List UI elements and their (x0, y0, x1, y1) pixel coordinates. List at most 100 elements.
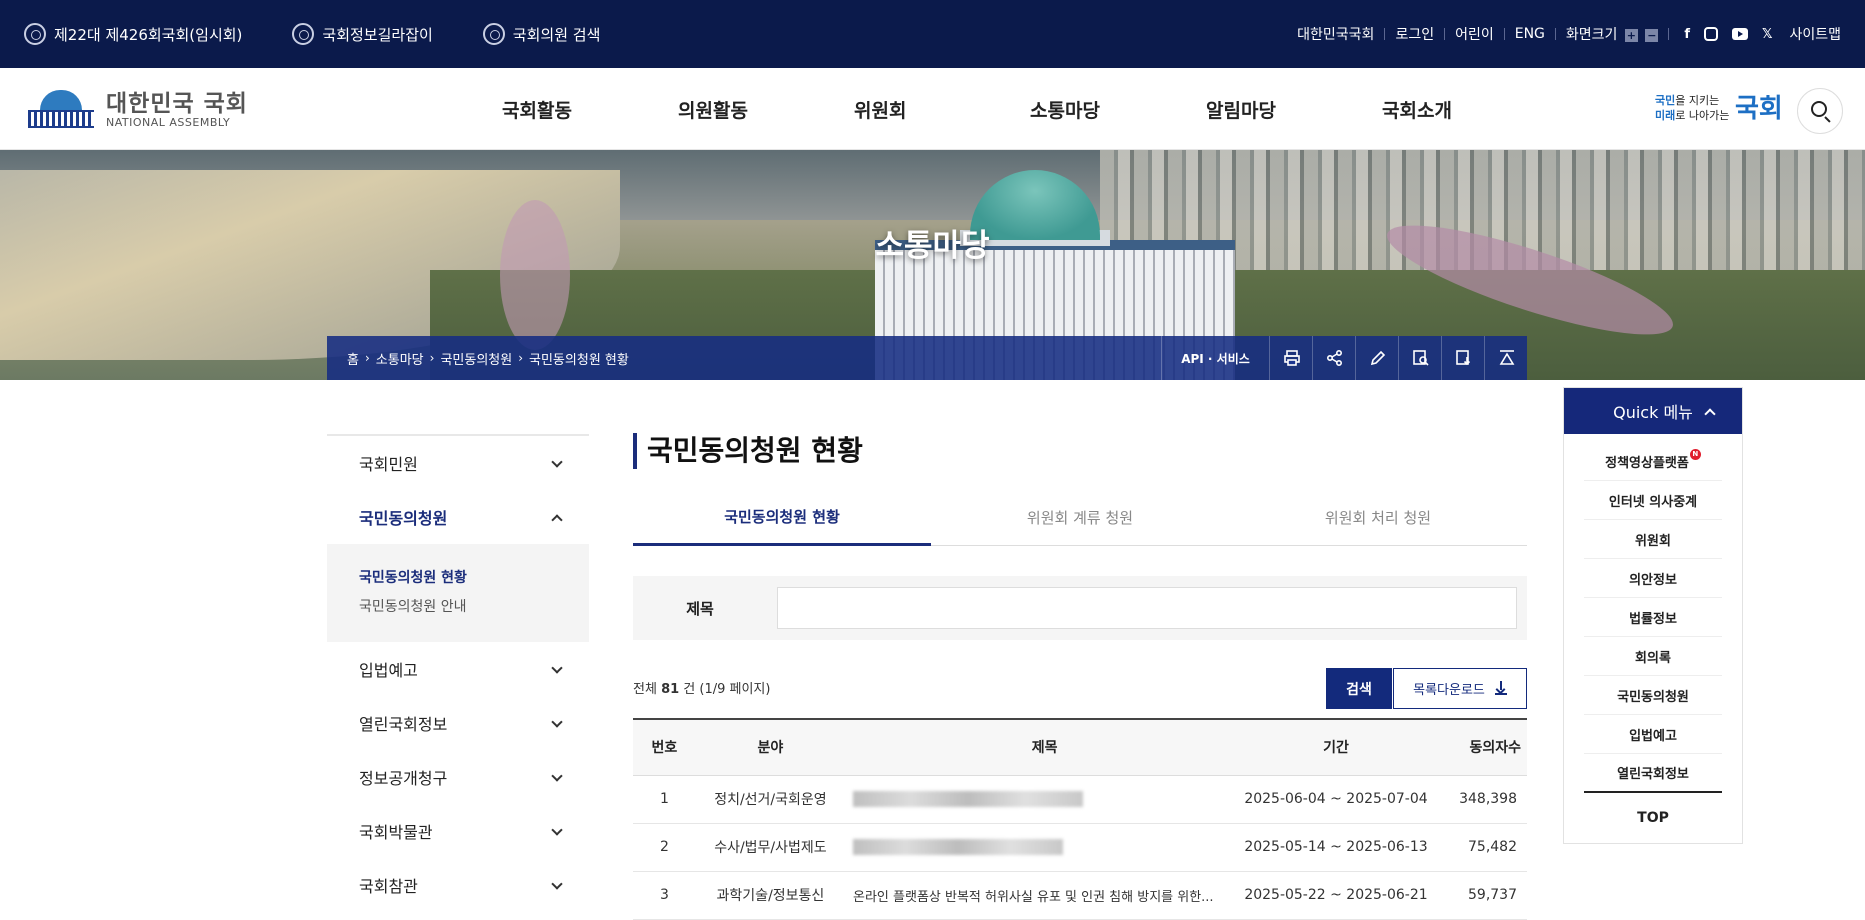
sidebar-subitem-petition-status[interactable]: 국민동의청원 현황 (359, 564, 589, 593)
search-submit-button[interactable]: 검색 (1326, 668, 1392, 709)
chevron-down-icon (551, 716, 563, 728)
quick-item-committees[interactable]: 위원회 (1584, 520, 1722, 559)
session-link[interactable]: 제22대 제426회국회(임시회) (24, 23, 242, 45)
download-icon (1494, 680, 1507, 695)
list-download-button[interactable]: 목록다운로드 (1393, 668, 1527, 709)
gnb-item-committees[interactable]: 위원회 (854, 96, 906, 123)
column-header-agree-count: 동의자수 (1427, 719, 1527, 776)
column-header-title: 제목 (845, 719, 1245, 776)
quick-item-internet-broadcast[interactable]: 인터넷 의사중계 (1584, 481, 1722, 520)
redacted-title (853, 839, 1064, 855)
table-row[interactable]: 3 과학기술/정보통신 온라인 플랫폼상 반복적 허위사실 유포 및 인권 침해… (633, 871, 1527, 920)
sidebar-subitem-petition-guide[interactable]: 국민동의청원 안내 (359, 593, 589, 622)
hero-banner: 소통마당 홈 › 소통마당 › 국민동의청원 › 국민동의청원 현황 API ·… (0, 150, 1865, 380)
sidebar-item-national-petition[interactable]: 국민동의청원 (327, 490, 589, 544)
gnb-item-assembly-activities[interactable]: 국회활동 (502, 96, 572, 123)
sidebar-item-open-assembly-info[interactable]: 열린국회정보 (327, 696, 589, 750)
share-icon (1326, 349, 1343, 367)
page-tools: API · 서비스 (1161, 336, 1527, 380)
sidebar-item-information-disclosure[interactable]: 정보공개청구 (327, 750, 589, 804)
chevron-up-icon (551, 514, 563, 526)
row-title[interactable] (845, 823, 1245, 872)
slogan-rest-1: 을 지키는 (1675, 94, 1720, 107)
quick-top-button[interactable]: TOP (1564, 793, 1742, 843)
info-guide-link[interactable]: 국회정보길라잡이 (292, 23, 433, 45)
gnb-item-notices[interactable]: 알림마당 (1206, 96, 1276, 123)
share-button[interactable] (1312, 336, 1355, 380)
search-icon (1811, 101, 1827, 117)
scroll-top-button[interactable] (1484, 336, 1527, 380)
quick-item-open-assembly-info[interactable]: 열린국회정보 (1584, 754, 1722, 793)
chevron-down-icon (551, 456, 563, 468)
count-prefix: 전체 (633, 682, 657, 697)
api-service-button[interactable]: API · 서비스 (1161, 336, 1269, 380)
download-doc-button[interactable] (1441, 336, 1484, 380)
breadcrumb-item[interactable]: 소통마당 (376, 349, 424, 368)
quick-menu: Quick 메뉴 정책영상플랫폼 N 인터넷 의사중계 위원회 의안정보 법률정보… (1563, 387, 1743, 844)
column-header-period: 기간 (1244, 719, 1428, 776)
title-search-input[interactable] (777, 587, 1517, 629)
kids-link[interactable]: 어린이 (1445, 24, 1504, 44)
instagram-icon[interactable] (1703, 27, 1718, 42)
national-assembly-logo[interactable]: 대한민국 국회 NATIONAL ASSEMBLY (26, 90, 248, 130)
x-icon[interactable]: 𝕏 (1762, 27, 1772, 42)
tab-processed-petitions[interactable]: 위원회 처리 청원 (1229, 490, 1527, 545)
national-assembly-link[interactable]: 대한민국국회 (1287, 24, 1384, 44)
count-number: 81 (661, 682, 680, 697)
youtube-icon[interactable] (1731, 27, 1748, 42)
tab-petition-status[interactable]: 국민동의청원 현황 (633, 490, 931, 546)
search-button[interactable] (1797, 88, 1843, 134)
assembly-building-logo-icon (26, 90, 96, 130)
sidebar-item-tour[interactable]: 국회참관 (327, 858, 589, 912)
gnb-item-communication[interactable]: 소통마당 (1030, 96, 1100, 123)
sidebar-item-label: 국회민원 (359, 455, 418, 474)
tab-pending-petitions[interactable]: 위원회 계류 청원 (931, 490, 1229, 545)
row-title[interactable] (845, 775, 1245, 824)
edit-icon (1370, 350, 1386, 366)
chevron-down-icon (551, 662, 563, 674)
breadcrumb-current[interactable]: 국민동의청원 현황 (529, 349, 629, 368)
edit-button[interactable] (1355, 336, 1398, 380)
top-arrow-icon (1499, 350, 1515, 365)
table-row[interactable]: 2 수사/법무/사법제도 2025-05-14 ~ 2025-06-13 75,… (633, 823, 1527, 872)
sidebar-item-label: 열린국회정보 (359, 715, 448, 734)
member-search-link[interactable]: 국회의원 검색 (482, 23, 600, 45)
english-link[interactable]: ENG (1505, 26, 1555, 42)
title-filter-label: 제목 (686, 599, 714, 618)
quick-item-law-info[interactable]: 법률정보 (1584, 598, 1722, 637)
info-guide-link-label: 국회정보길라잡이 (322, 25, 433, 44)
zoom-out-button[interactable]: − (1645, 29, 1659, 42)
breadcrumb-home[interactable]: 홈 (347, 349, 359, 368)
breadcrumb-item[interactable]: 국민동의청원 (440, 349, 512, 368)
gnb-item-member-activities[interactable]: 의원활동 (678, 96, 748, 123)
zoom-control: 화면크기 + − (1556, 24, 1668, 44)
gnb-item-about[interactable]: 국회소개 (1382, 96, 1452, 123)
row-title[interactable]: 온라인 플랫폼상 반복적 허위사실 유포 및 인권 침해 방지를 위한... (845, 871, 1245, 920)
facebook-icon[interactable]: f (1684, 27, 1690, 42)
sidebar-item-legislative-notice[interactable]: 입법예고 (327, 642, 589, 696)
logo-english: NATIONAL ASSEMBLY (106, 115, 231, 129)
quick-item-legislative-notice[interactable]: 입법예고 (1584, 715, 1722, 754)
print-button[interactable] (1269, 336, 1312, 380)
slogan-rest-2: 로 나아가는 (1675, 109, 1730, 122)
zoom-in-button[interactable]: + (1624, 29, 1638, 42)
sidebar-item-museum[interactable]: 국회박물관 (327, 804, 589, 858)
sidebar-item-label: 국민동의청원 (359, 509, 448, 528)
chevron-up-icon (1704, 408, 1716, 420)
sitemap-link[interactable]: 사이트맵 (1779, 24, 1851, 44)
row-period: 2025-05-22 ~ 2025-06-21 (1244, 871, 1428, 920)
quick-item-policy-video[interactable]: 정책영상플랫폼 N (1584, 442, 1722, 481)
top-right-links: 대한민국국회 로그인 어린이 ENG 화면크기 + − f 𝕏 사이트맵 (1287, 0, 1851, 68)
login-link[interactable]: 로그인 (1385, 24, 1444, 44)
hero-title: 소통마당 (875, 228, 990, 264)
search-doc-button[interactable] (1398, 336, 1441, 380)
sidebar-item-label: 정보공개청구 (359, 769, 448, 788)
table-row[interactable]: 1 정치/선거/국회운영 2025-06-04 ~ 2025-07-04 348… (633, 775, 1527, 824)
quick-item-national-petition[interactable]: 국민동의청원 (1584, 676, 1722, 715)
quick-item-bill-info[interactable]: 의안정보 (1584, 559, 1722, 598)
chevron-right-icon: › (429, 351, 435, 365)
quick-menu-toggle[interactable]: Quick 메뉴 (1564, 388, 1742, 434)
quick-item-minutes[interactable]: 회의록 (1584, 637, 1722, 676)
row-period: 2025-06-04 ~ 2025-07-04 (1244, 775, 1428, 824)
sidebar-item-civil-complaints[interactable]: 국회민원 (327, 436, 589, 490)
